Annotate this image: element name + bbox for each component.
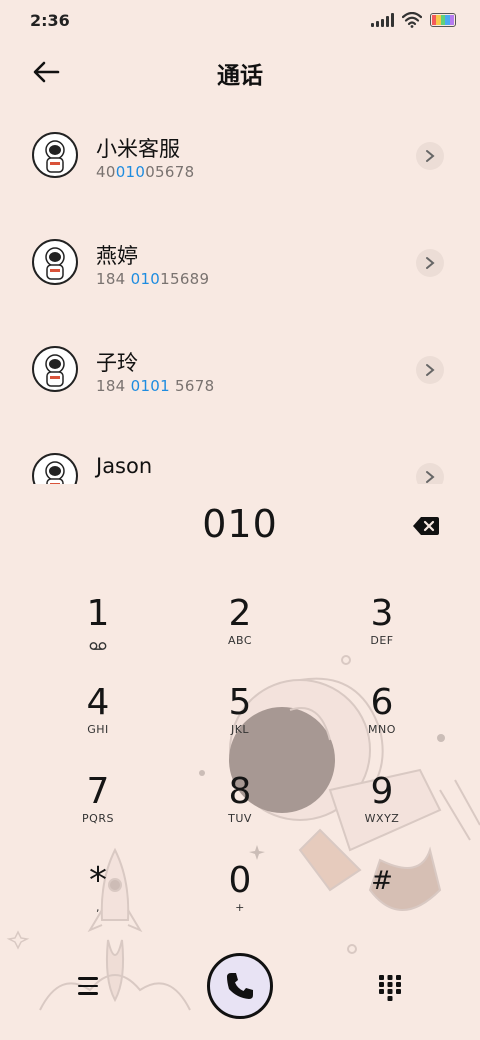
key-1[interactable]: 1 [38, 592, 158, 672]
avatar [32, 239, 78, 285]
contact-row[interactable]: 燕婷 184 01015689 [0, 213, 480, 320]
chevron-right-icon [426, 364, 435, 376]
chevron-right-icon [426, 257, 435, 269]
call-button[interactable] [207, 953, 273, 1019]
signal-icon [371, 13, 394, 27]
contact-detail-button[interactable] [416, 356, 444, 384]
contact-name: Jason [96, 454, 153, 478]
contact-name: 燕婷 [96, 244, 138, 268]
key-7[interactable]: 7 PQRS [38, 770, 158, 850]
key-6[interactable]: 6 MNO [322, 681, 442, 761]
key-4[interactable]: 4 GHI [38, 681, 158, 761]
key-2[interactable]: 2 ABC [180, 592, 300, 672]
key-3[interactable]: 3 DEF [322, 592, 442, 672]
bottom-bar [0, 950, 480, 1030]
contact-suggestion-list[interactable]: 小米客服 4001005678 燕婷 184 01015689 子玲 184 0… [0, 106, 480, 484]
contact-number: 184 0101 5678 [96, 377, 215, 395]
phone-icon [227, 973, 253, 999]
contact-detail-button[interactable] [416, 249, 444, 277]
avatar [32, 346, 78, 392]
status-time: 2:36 [30, 11, 70, 30]
header: 通话 [0, 48, 480, 92]
contact-detail-button[interactable] [416, 463, 444, 484]
status-icons [371, 12, 456, 28]
avatar [32, 453, 78, 484]
chevron-right-icon [426, 150, 435, 162]
chevron-right-icon [426, 471, 435, 483]
key-star[interactable]: * , [38, 859, 158, 939]
contact-row[interactable]: 小米客服 4001005678 [0, 106, 480, 213]
dial-keypad: 1 2 ABC 3 DEF 4 GHI 5 JKL 6 MNO 7 PQRS 8… [0, 592, 480, 932]
avatar [32, 132, 78, 178]
key-hash[interactable]: # [322, 859, 442, 939]
status-bar: 2:36 [0, 0, 480, 40]
contact-name: 子玲 [96, 351, 138, 375]
menu-button[interactable] [78, 972, 106, 1000]
menu-icon [78, 977, 98, 980]
dialed-number: 010 [202, 502, 278, 546]
contact-number: 4001005678 [96, 163, 195, 181]
key-0[interactable]: 0 + [180, 859, 300, 939]
key-5[interactable]: 5 JKL [180, 681, 300, 761]
contact-row[interactable]: 子玲 184 0101 5678 [0, 320, 480, 427]
contact-row[interactable]: Jason [0, 427, 480, 484]
contact-number: 184 01015689 [96, 270, 210, 288]
dialpad-icon[interactable] [378, 974, 402, 1002]
battery-icon [430, 13, 456, 27]
backspace-icon [413, 517, 439, 535]
contact-detail-button[interactable] [416, 142, 444, 170]
voicemail-icon [89, 642, 107, 650]
wifi-icon [402, 12, 422, 28]
backspace-button[interactable] [410, 514, 442, 538]
contact-name: 小米客服 [96, 137, 180, 161]
page-title: 通话 [217, 63, 263, 89]
key-8[interactable]: 8 TUV [180, 770, 300, 850]
key-9[interactable]: 9 WXYZ [322, 770, 442, 850]
